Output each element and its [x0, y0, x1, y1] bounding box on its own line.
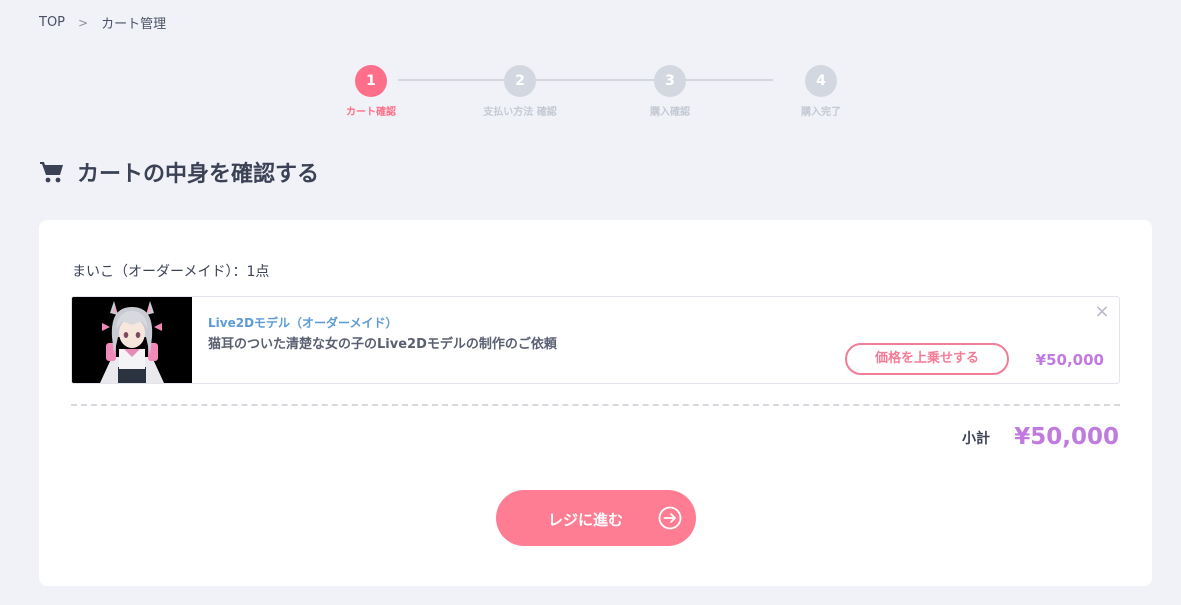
character-illustration — [72, 297, 192, 383]
step-2-label: 支払い方法 確認 — [483, 107, 557, 118]
step-1: 1 カート確認 — [321, 65, 421, 118]
item-type-link[interactable]: Live2Dモデル（オーダーメイド） — [208, 314, 398, 331]
breadcrumb: TOP > カート管理 — [39, 13, 166, 32]
breadcrumb-home-link[interactable]: TOP — [39, 15, 65, 30]
step-4-number: 4 — [805, 65, 837, 97]
checkout-button-label: レジに進む — [548, 511, 624, 529]
seller-summary: まいこ（オーダーメイド）：1点 — [72, 264, 270, 280]
close-icon[interactable]: × — [1093, 303, 1111, 321]
chevron-right-icon: > — [78, 15, 89, 30]
page-title: カートの中身を確認する — [39, 156, 319, 188]
step-1-number: 1 — [355, 65, 387, 97]
step-3: 3 購入確認 — [620, 65, 720, 118]
item-name: 猫耳のついた清楚な女の子のLive2Dモデルの制作のご依頼 — [208, 337, 557, 352]
step-4: 4 購入完了 — [771, 65, 871, 118]
step-3-label: 購入確認 — [650, 107, 690, 118]
checkout-stepper: 1 カート確認 2 支払い方法 確認 3 購入確認 4 購入完了 — [332, 65, 872, 125]
step-2-number: 2 — [504, 65, 536, 97]
page-title-text: カートの中身を確認する — [77, 162, 320, 187]
step-2: 2 支払い方法 確認 — [470, 65, 570, 118]
step-3-number: 3 — [654, 65, 686, 97]
add-to-price-button[interactable]: 価格を上乗せする — [845, 343, 1009, 375]
cart-item: Live2Dモデル（オーダーメイド） 猫耳のついた清楚な女の子のLive2Dモデ… — [71, 296, 1120, 384]
cart-panel: まいこ（オーダーメイド）：1点 Live2Dモデル（オーダーメイド） 猫耳のつい… — [39, 220, 1152, 586]
shopping-cart-icon — [40, 162, 63, 183]
breadcrumb-current: カート管理 — [101, 17, 167, 32]
item-price: ¥50,000 — [1035, 351, 1104, 369]
checkout-button[interactable]: レジに進む — [496, 490, 696, 546]
arrow-right-circle-icon — [658, 506, 682, 530]
step-4-label: 購入完了 — [801, 107, 841, 118]
step-1-label: カート確認 — [346, 107, 396, 118]
subtotal-label: 小計 — [962, 431, 990, 447]
item-thumbnail[interactable] — [72, 297, 192, 383]
subtotal-value: ¥50,000 — [1014, 424, 1119, 450]
dashed-divider — [71, 404, 1120, 406]
